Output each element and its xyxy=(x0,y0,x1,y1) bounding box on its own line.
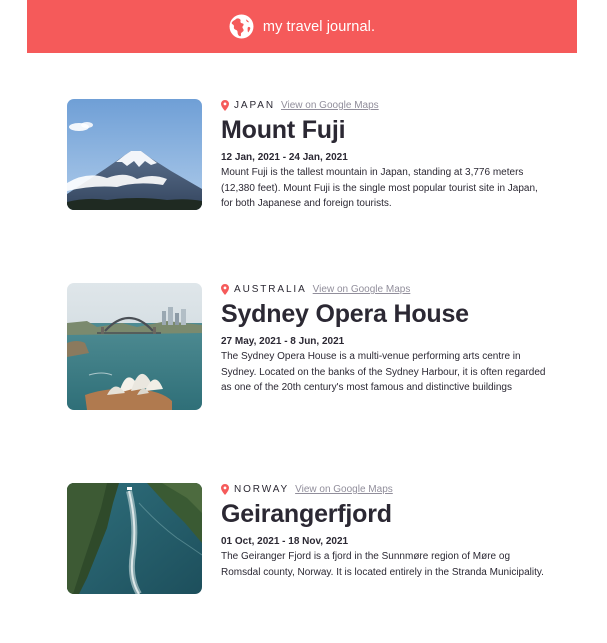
google-maps-link[interactable]: View on Google Maps xyxy=(313,284,411,295)
entry-dates: 01 Oct, 2021 - 18 Nov, 2021 xyxy=(221,536,349,547)
location-pin-icon xyxy=(221,100,229,111)
location-row: AUSTRALIA View on Google Maps xyxy=(221,283,551,296)
journal-entry: AUSTRALIA View on Google Maps Sydney Ope… xyxy=(67,283,567,413)
app-title: my travel journal. xyxy=(262,18,376,35)
entry-description: The Geiranger Fjord is a fjord in the Su… xyxy=(221,551,544,578)
entry-title: Sydney Opera House xyxy=(221,300,469,328)
entry-info: NORWAY View on Google Maps Geirangerfjor… xyxy=(221,483,551,580)
entry-title: Geirangerfjord xyxy=(221,500,392,528)
entry-dates: 27 May, 2021 - 8 Jun, 2021 xyxy=(221,336,345,347)
entry-photo xyxy=(67,483,202,594)
entry-description: Mount Fuji is the tallest mountain in Ja… xyxy=(221,167,538,209)
google-maps-link[interactable]: View on Google Maps xyxy=(281,100,379,111)
entry-title: Mount Fuji xyxy=(221,116,346,144)
location-row: NORWAY View on Google Maps xyxy=(221,483,551,496)
entry-photo xyxy=(67,283,202,410)
entry-photo xyxy=(67,99,202,210)
entry-country: AUSTRALIA xyxy=(234,284,307,295)
app-header: my travel journal. xyxy=(27,0,577,53)
location-row: JAPAN View on Google Maps xyxy=(221,99,551,112)
entry-info: JAPAN View on Google Maps Mount Fuji 12 … xyxy=(221,99,551,212)
globe-icon xyxy=(229,14,254,39)
entry-country: JAPAN xyxy=(234,100,275,111)
journal-entry: JAPAN View on Google Maps Mount Fuji 12 … xyxy=(67,99,567,229)
location-pin-icon xyxy=(221,284,229,295)
google-maps-link[interactable]: View on Google Maps xyxy=(295,484,393,495)
entry-description: The Sydney Opera House is a multi-venue … xyxy=(221,351,546,393)
entry-country: NORWAY xyxy=(234,484,290,495)
entry-info: AUSTRALIA View on Google Maps Sydney Ope… xyxy=(221,283,551,396)
location-pin-icon xyxy=(221,484,229,495)
entry-dates: 12 Jan, 2021 - 24 Jan, 2021 xyxy=(221,152,348,163)
journal-entry: NORWAY View on Google Maps Geirangerfjor… xyxy=(67,483,567,613)
